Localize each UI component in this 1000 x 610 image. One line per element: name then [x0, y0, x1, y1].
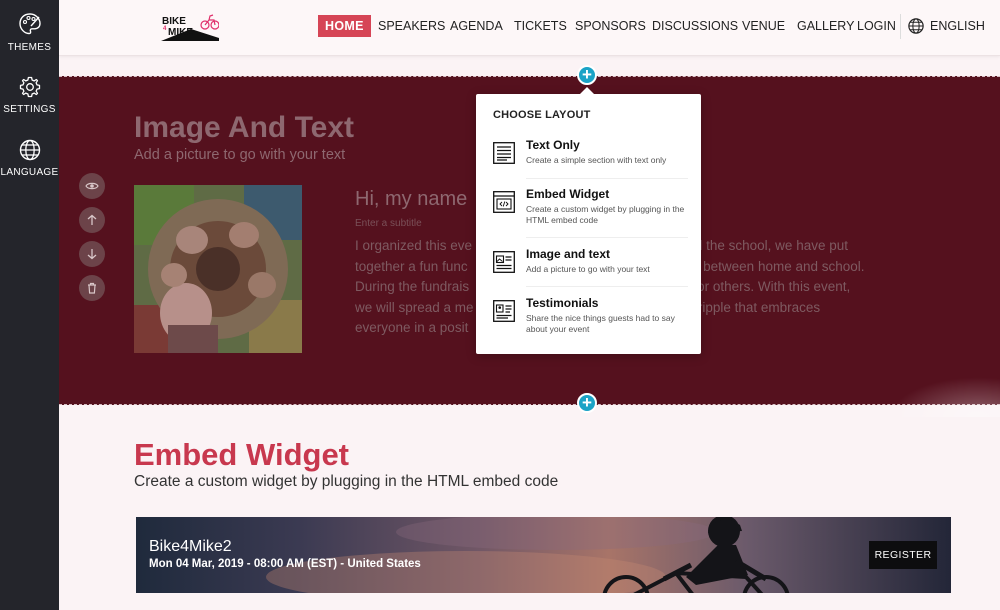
site-header: BIKE 4 MIKE HOME SPEAKERS AGENDA TICKETS… [59, 0, 1000, 56]
option-name: Text Only [526, 138, 580, 152]
choose-layout-popup: CHOOSE LAYOUT Text Only Create a simple … [476, 87, 701, 354]
sidebar-item-language[interactable]: LANGUAGE [0, 138, 59, 178]
sunset-bike-silhouette [266, 517, 790, 593]
option-divider [526, 286, 688, 287]
add-section-top-button[interactable]: + [577, 65, 597, 85]
option-desc: Create a custom widget by plugging in th… [526, 204, 685, 225]
image-text-icon [493, 251, 515, 273]
sidebar-label-themes: THEMES [7, 42, 52, 53]
add-section-bottom-button[interactable]: + [577, 393, 597, 413]
nav-speakers[interactable]: SPEAKERS [378, 15, 445, 37]
nav-sponsors[interactable]: SPONSORS [575, 15, 646, 37]
nav-tickets[interactable]: TICKETS [514, 15, 567, 37]
nav-gallery[interactable]: GALLERY [797, 15, 854, 37]
trash-icon [88, 282, 96, 294]
editor-sidebar: THEMES SETTINGS LANGUAGE [0, 0, 59, 610]
option-desc: Create a simple section with text only [526, 155, 667, 165]
event-name: Bike4Mike2 [149, 538, 232, 555]
delete-button[interactable] [79, 275, 105, 301]
option-name: Testimonials [526, 296, 599, 310]
layout-option-testimonials[interactable]: Testimonials Share the nice things guest… [490, 296, 688, 354]
section-subtitle: Add a picture to go with your text [134, 147, 346, 163]
move-down-button[interactable] [79, 241, 105, 267]
arrow-down-icon [87, 249, 97, 260]
text-heading[interactable]: Hi, my name [355, 188, 467, 211]
plus-icon: + [582, 393, 592, 412]
move-up-button[interactable] [79, 207, 105, 233]
event-widget-card: Bike4Mike2 Mon 04 Mar, 2019 - 08:00 AM (… [136, 517, 951, 593]
language-label: ENGLISH [930, 19, 985, 33]
arrow-up-icon [87, 214, 97, 225]
gear-icon [19, 76, 40, 98]
option-desc: Add a picture to go with your text [526, 264, 650, 274]
option-divider [526, 237, 688, 238]
text-only-icon [493, 142, 515, 164]
globe-icon [908, 18, 924, 34]
logo-text-bottom: MIKE [168, 27, 193, 38]
section-title: Image And Text [134, 111, 355, 144]
edge-glow [890, 377, 1000, 417]
option-name: Image and text [526, 247, 611, 261]
sidebar-label-settings: SETTINGS [3, 104, 56, 115]
nav-venue[interactable]: VENUE [742, 15, 785, 37]
option-name: Embed Widget [526, 187, 610, 201]
nav-login[interactable]: LOGIN [857, 15, 896, 37]
sidebar-label-language: LANGUAGE [0, 167, 59, 178]
nav-divider [900, 14, 901, 39]
nav-discussions[interactable]: DISCUSSIONS [652, 15, 738, 37]
eye-icon [85, 182, 99, 190]
event-date: Mon 04 Mar, 2019 - 08:00 AM (EST) - Unit… [149, 558, 421, 570]
register-button[interactable]: REGISTER [869, 541, 937, 569]
embed-section-subtitle[interactable]: Create a custom widget by plugging in th… [134, 473, 558, 491]
popup-arrow [580, 87, 594, 94]
nav-agenda[interactable]: AGENDA [450, 15, 503, 37]
embed-code-icon [493, 191, 515, 213]
bike4mike-logo[interactable]: BIKE 4 MIKE [161, 11, 219, 43]
section-photo[interactable] [134, 185, 302, 353]
text-subtitle-placeholder[interactable]: Enter a subtitle [355, 218, 422, 229]
popup-title: CHOOSE LAYOUT [493, 109, 591, 121]
plus-icon: + [582, 65, 592, 84]
palette-icon [18, 13, 41, 35]
sidebar-item-settings[interactable]: SETTINGS [0, 75, 59, 115]
embed-section-title[interactable]: Embed Widget [134, 437, 349, 473]
globe-icon [19, 139, 40, 161]
option-divider [526, 178, 688, 179]
sidebar-item-themes[interactable]: THEMES [0, 11, 59, 53]
nav-home[interactable]: HOME [318, 15, 371, 37]
option-desc: Share the nice things guests had to say … [526, 313, 675, 334]
kids-circle-photo [134, 185, 302, 353]
testimonials-icon [493, 300, 515, 322]
visibility-button[interactable] [79, 173, 105, 199]
language-selector[interactable]: ENGLISH [907, 15, 985, 37]
